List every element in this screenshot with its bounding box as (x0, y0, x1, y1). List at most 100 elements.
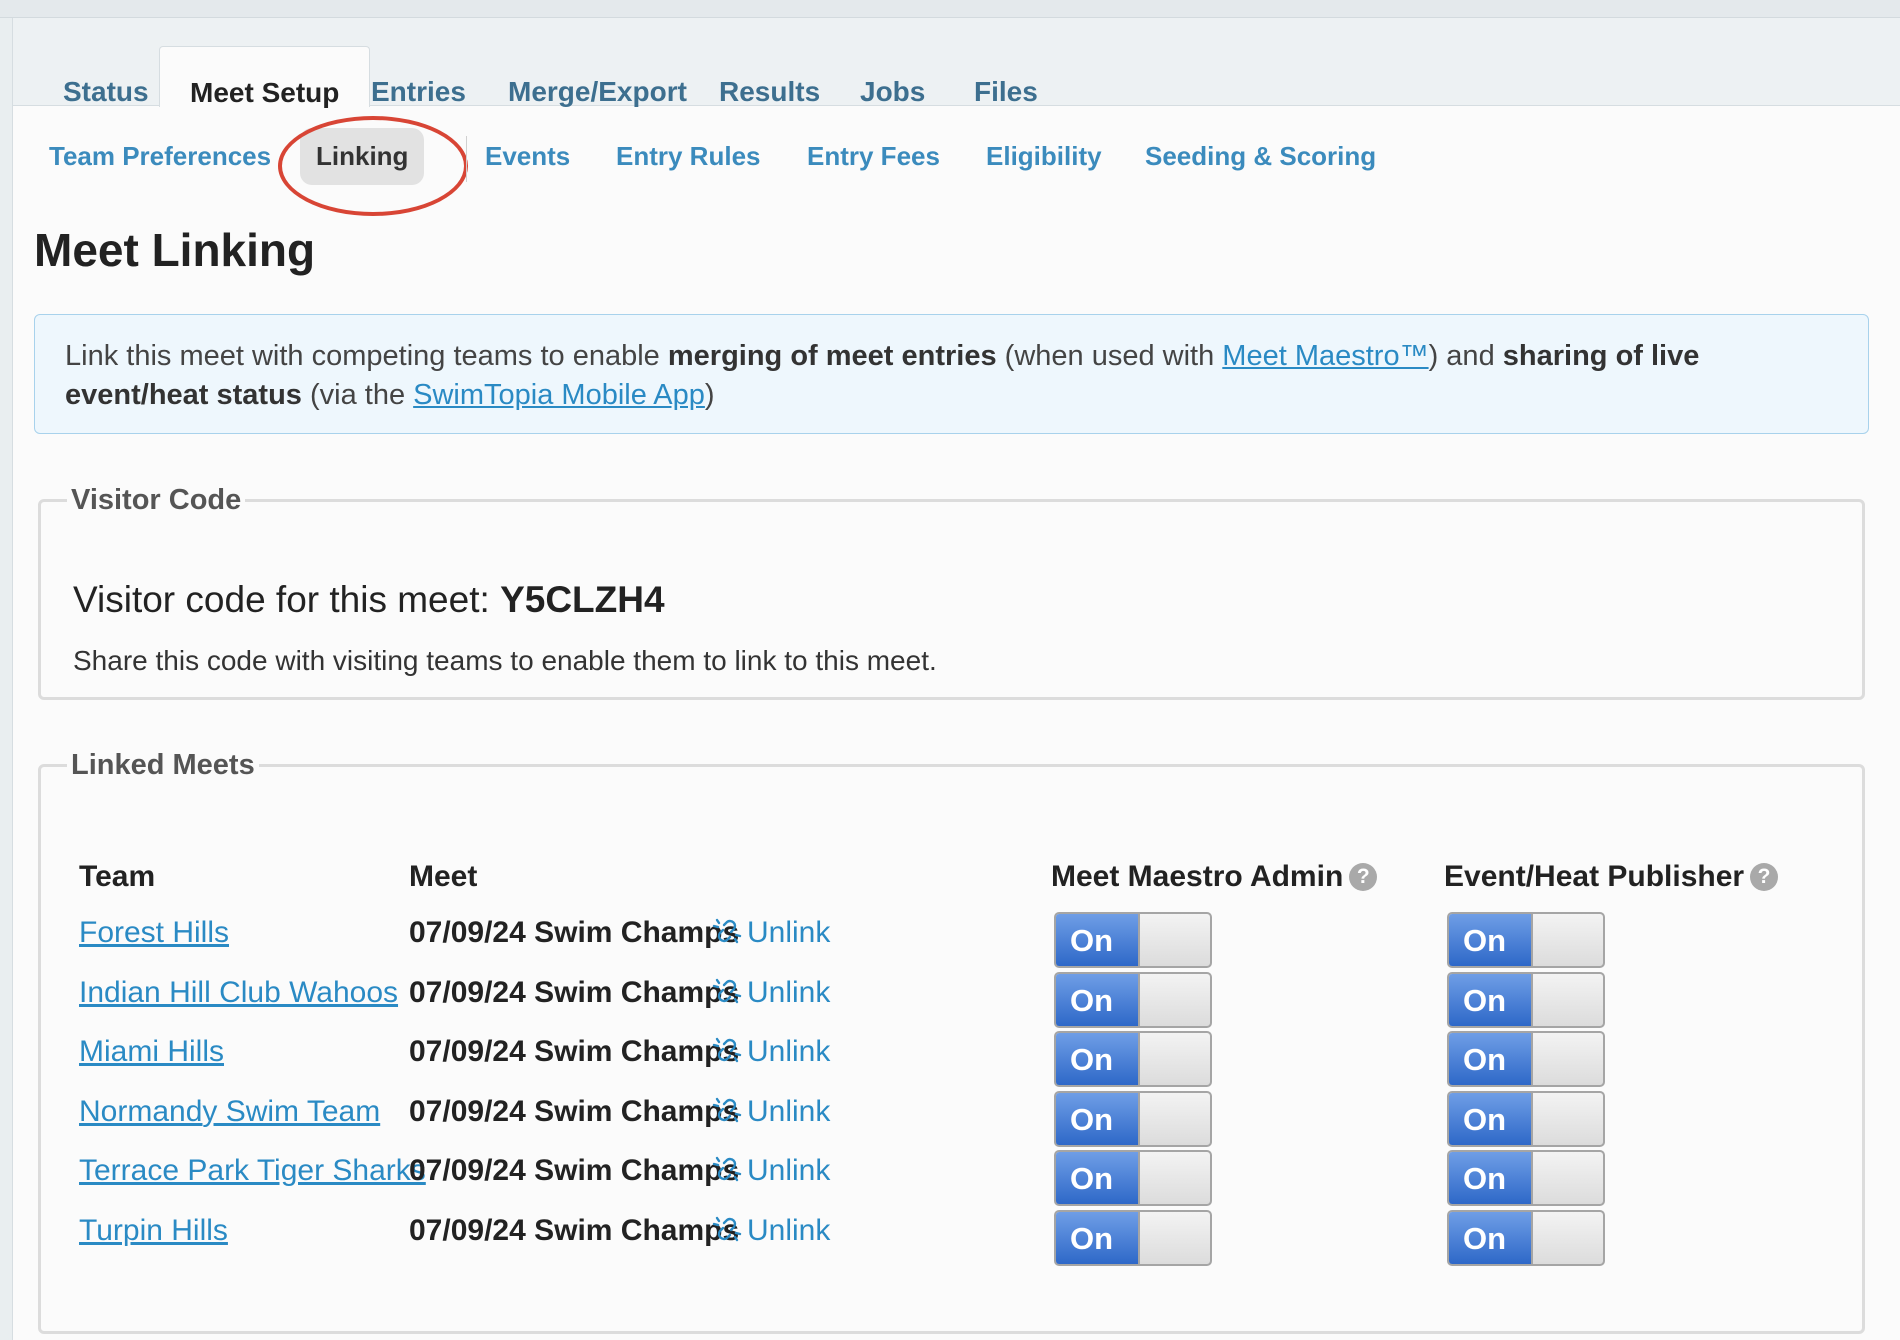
info-text: (via the (301, 379, 414, 411)
tab-status[interactable]: Status (63, 76, 149, 108)
subnav-entry-rules[interactable]: Entry Rules (616, 141, 761, 172)
meet-name: 07/09/24 Swim Champs (409, 1213, 740, 1247)
broken-link-icon (712, 1037, 742, 1063)
toggle-on-label: On (1056, 914, 1140, 966)
meet-maestro-link[interactable]: Meet Maestro™ (1222, 340, 1428, 372)
toggle-on-label: On (1449, 973, 1533, 1026)
swimtopia-app-link[interactable]: SwimTopia Mobile App (413, 379, 705, 411)
unlink-button[interactable]: Unlink (711, 976, 830, 1010)
main-panel: Status Meet Setup Entries Merge/Export R… (12, 18, 1900, 1340)
unlink-label: Unlink (747, 1035, 831, 1068)
meet-maestro-admin-toggle[interactable]: On (1054, 1031, 1212, 1087)
top-bar (0, 0, 1900, 18)
visitor-code-legend: Visitor Code (71, 484, 242, 516)
unlink-label: Unlink (747, 916, 831, 949)
visitor-code-section: Visitor Code Visitor code for this meet:… (38, 484, 1865, 700)
toggle-on-label: On (1449, 914, 1533, 966)
table-row: Terrace Park Tiger Sharks 07/09/24 Swim … (41, 1150, 1861, 1210)
visitor-code-line: Visitor code for this meet: Y5CLZH4 (73, 579, 665, 621)
meet-name: 07/09/24 Swim Champs (409, 975, 740, 1009)
toggle-on-label: On (1449, 1033, 1533, 1085)
meet-maestro-admin-toggle[interactable]: On (1054, 1209, 1212, 1266)
header-meet-maestro-admin: Meet Maestro Admin? (1051, 860, 1378, 894)
broken-link-icon (712, 918, 742, 944)
meet-maestro-admin-toggle[interactable]: On (1054, 1090, 1212, 1147)
event-heat-publisher-toggle[interactable]: On (1447, 1209, 1605, 1266)
event-heat-publisher-toggle[interactable]: On (1447, 1150, 1605, 1206)
unlink-label: Unlink (747, 1213, 831, 1247)
tab-merge-export[interactable]: Merge/Export (508, 76, 687, 108)
meet-name: 07/09/24 Swim Champs (409, 1154, 740, 1187)
toggle-on-label: On (1056, 1152, 1140, 1204)
unlink-button[interactable]: Unlink (711, 1214, 830, 1248)
unlink-label: Unlink (747, 975, 831, 1009)
help-icon[interactable]: ? (1349, 863, 1378, 891)
broken-link-icon (712, 1216, 742, 1241)
linked-meets-legend: Linked Meets (71, 749, 255, 781)
info-box: Link this meet with competing teams to e… (34, 314, 1869, 434)
info-bold-merging: merging of meet entries (667, 340, 997, 372)
header-publisher-label: Event/Heat Publisher (1444, 860, 1745, 893)
team-link[interactable]: Normandy Swim Team (79, 1095, 380, 1129)
meet-maestro-admin-toggle[interactable]: On (1054, 971, 1212, 1028)
event-heat-publisher-toggle[interactable]: On (1447, 1031, 1605, 1087)
subnav-divider (466, 136, 467, 182)
visitor-code-value: Y5CLZH4 (500, 579, 665, 620)
tab-jobs[interactable]: Jobs (860, 76, 925, 108)
unlink-button[interactable]: Unlink (711, 1154, 830, 1188)
info-text: (when used with (996, 340, 1223, 372)
main-tab-bar: Status Meet Setup Entries Merge/Export R… (13, 18, 1900, 108)
broken-link-icon (712, 978, 742, 1003)
meet-name: 07/09/24 Swim Champs (409, 1094, 740, 1128)
info-text: ) (704, 379, 715, 411)
subnav-entry-fees[interactable]: Entry Fees (807, 141, 940, 172)
team-link[interactable]: Forest Hills (79, 916, 229, 950)
tab-results[interactable]: Results (719, 76, 820, 108)
unlink-label: Unlink (747, 1154, 831, 1187)
unlink-label: Unlink (747, 1094, 831, 1128)
meet-name: 07/09/24 Swim Champs (409, 1035, 740, 1068)
broken-link-icon (712, 1097, 742, 1122)
header-meet: Meet (409, 860, 478, 893)
table-row: Miami Hills 07/09/24 Swim Champs Unlink … (41, 1031, 1861, 1091)
page-title: Meet Linking (34, 224, 316, 276)
tab-files[interactable]: Files (974, 76, 1038, 108)
unlink-button[interactable]: Unlink (711, 1095, 830, 1129)
toggle-on-label: On (1056, 1033, 1140, 1085)
table-row: Forest Hills 07/09/24 Swim Champs Unlink… (41, 912, 1861, 972)
event-heat-publisher-toggle[interactable]: On (1447, 1090, 1605, 1147)
subnav-team-preferences[interactable]: Team Preferences (49, 141, 271, 172)
info-text: Link this meet with competing teams to e… (65, 340, 668, 372)
tab-meet-setup[interactable]: Meet Setup (159, 46, 371, 108)
event-heat-publisher-toggle[interactable]: On (1447, 971, 1605, 1028)
info-text: ) and (1428, 340, 1503, 372)
unlink-button[interactable]: Unlink (711, 916, 830, 950)
toggle-on-label: On (1449, 1152, 1533, 1204)
toggle-on-label: On (1449, 1211, 1533, 1264)
event-heat-publisher-toggle[interactable]: On (1447, 912, 1605, 968)
header-event-heat-publisher: Event/Heat Publisher? (1444, 860, 1779, 894)
team-link[interactable]: Terrace Park Tiger Sharks (79, 1154, 426, 1188)
unlink-button[interactable]: Unlink (711, 1035, 830, 1069)
visitor-code-label: Visitor code for this meet: (73, 579, 501, 620)
toggle-on-label: On (1449, 1092, 1533, 1145)
tab-entries[interactable]: Entries (371, 76, 466, 108)
highlight-circle (278, 116, 468, 216)
table-row: Indian Hill Club Wahoos 07/09/24 Swim Ch… (41, 971, 1861, 1032)
toggle-on-label: On (1056, 973, 1140, 1026)
meet-maestro-admin-toggle[interactable]: On (1054, 912, 1212, 968)
toggle-on-label: On (1056, 1092, 1140, 1145)
linked-meets-section: Linked Meets Team Meet Meet Maestro Admi… (38, 749, 1865, 1334)
header-admin-label: Meet Maestro Admin (1051, 860, 1344, 893)
subnav-events[interactable]: Events (485, 141, 570, 172)
team-link[interactable]: Miami Hills (79, 1035, 224, 1069)
subnav-eligibility[interactable]: Eligibility (986, 141, 1102, 172)
meet-maestro-admin-toggle[interactable]: On (1054, 1150, 1212, 1206)
toggle-on-label: On (1056, 1211, 1140, 1264)
team-link[interactable]: Indian Hill Club Wahoos (79, 976, 398, 1010)
visitor-code-description: Share this code with visiting teams to e… (73, 645, 937, 676)
subnav-seeding-scoring[interactable]: Seeding & Scoring (1145, 141, 1376, 172)
broken-link-icon (712, 1156, 742, 1182)
team-link[interactable]: Turpin Hills (79, 1214, 228, 1248)
help-icon[interactable]: ? (1750, 863, 1779, 891)
